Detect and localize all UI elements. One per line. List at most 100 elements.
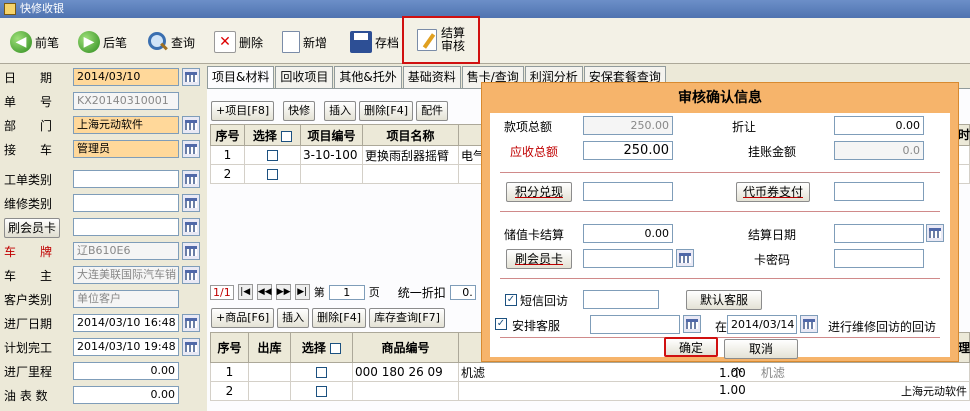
new-button[interactable]: 新增 xyxy=(282,26,327,58)
col-select[interactable]: 选择 xyxy=(290,332,353,363)
audit-pencil-icon xyxy=(416,29,437,51)
entrydate-calendar-icon[interactable] xyxy=(182,314,200,332)
tab-other-outsource[interactable]: 其他&托外 xyxy=(334,66,402,88)
fuel-field[interactable]: 0.00 xyxy=(73,386,179,404)
delete-goods-button[interactable]: 删除[F4] xyxy=(312,308,367,328)
staff-picker-icon[interactable] xyxy=(683,315,701,333)
delete-button[interactable]: ✕ 删除 xyxy=(214,26,263,58)
followup-date-field[interactable]: 2014/03/14 xyxy=(727,315,797,334)
goods-toolbar: +商品[F6] 插入 删除[F4] 库存查询[F7] xyxy=(211,308,445,328)
plandone-calendar-icon[interactable] xyxy=(182,338,200,356)
plandone-field[interactable]: 2014/03/10 19:48 xyxy=(73,338,179,356)
custtype-field[interactable]: 单位客户 xyxy=(73,290,179,308)
page-unit: 页 xyxy=(368,286,380,299)
plate-picker-icon[interactable] xyxy=(182,242,200,260)
delete-item-button[interactable]: 删除[F4] xyxy=(359,101,414,121)
last-page-button[interactable]: ▶| xyxy=(294,284,310,300)
settle-audit-button[interactable]: 结算 审核 xyxy=(402,16,480,64)
owner-picker-icon[interactable] xyxy=(182,266,200,284)
entrydate-field[interactable]: 2014/03/10 16:48 xyxy=(73,314,179,332)
row-no: 1 xyxy=(210,362,249,382)
voucher-field[interactable] xyxy=(834,182,924,201)
select-all-checkbox[interactable] xyxy=(330,343,342,354)
quick-repair-button[interactable]: 快修 xyxy=(283,101,316,121)
app-icon xyxy=(4,3,16,15)
worktype-picker-icon[interactable] xyxy=(182,170,200,188)
add-goods-button[interactable]: +商品[F6] xyxy=(211,308,275,328)
prev-button[interactable]: ◀ 前笔 xyxy=(10,26,59,58)
save-button[interactable]: 存档 xyxy=(350,26,399,58)
points-redeem-button[interactable]: 积分兑现 xyxy=(506,182,572,202)
cancel-button[interactable]: 取消 xyxy=(724,339,798,359)
first-page-button[interactable]: |◀ xyxy=(237,284,253,300)
prev-page-button[interactable]: ◀◀ xyxy=(256,284,272,300)
card-password-field[interactable] xyxy=(834,249,924,268)
next-button[interactable]: ▶ 后笔 xyxy=(78,26,127,58)
date-field[interactable]: 2014/03/10 xyxy=(73,68,179,86)
service-staff-field[interactable] xyxy=(590,315,680,334)
calendar-icon[interactable] xyxy=(926,224,944,242)
card-picker-icon[interactable] xyxy=(676,249,694,267)
row-checkbox[interactable] xyxy=(267,169,278,180)
settle-date-field[interactable] xyxy=(834,224,924,243)
goods-name: 机滤 xyxy=(461,365,486,380)
card-field[interactable] xyxy=(73,218,179,236)
stored-card-field[interactable]: 0.00 xyxy=(583,224,673,243)
confirm-button[interactable]: 确定 xyxy=(664,337,718,357)
row-checkbox[interactable] xyxy=(316,367,327,378)
plate-field[interactable]: 辽B610E6 xyxy=(73,242,179,260)
repairtype-field[interactable] xyxy=(73,194,179,212)
page-number-input[interactable]: 1 xyxy=(328,284,365,300)
stock-query-button[interactable]: 库存查询[F7] xyxy=(369,308,445,328)
col-item-code: 项目编号 xyxy=(300,124,363,146)
card-picker-icon[interactable] xyxy=(182,218,200,236)
receiver-field[interactable]: 管理员 xyxy=(73,140,179,158)
credit-field[interactable]: 0.0 xyxy=(834,141,924,160)
tab-items-materials[interactable]: 项目&材料 xyxy=(207,66,275,89)
sms-field[interactable] xyxy=(583,290,659,309)
receiver-picker-icon[interactable] xyxy=(182,140,200,158)
tab-basic-info[interactable]: 基础资料 xyxy=(402,66,461,88)
parts-button[interactable]: 配件 xyxy=(416,101,449,121)
col-select[interactable]: 选择 xyxy=(244,124,301,146)
calendar-icon[interactable] xyxy=(182,68,200,86)
select-all-checkbox[interactable] xyxy=(281,130,293,142)
voucher-pay-button[interactable]: 代币券支付 xyxy=(736,182,810,202)
dept-field[interactable]: 上海元动软件 xyxy=(73,116,179,134)
goods-detail: 机滤 1.00个 机滤 xyxy=(458,362,970,382)
insert-item-button[interactable]: 插入 xyxy=(324,101,357,121)
divider xyxy=(500,172,940,173)
items-toolbar: +项目[F8] 快修 插入 删除[F4] 配件 xyxy=(211,101,449,121)
tab-recycle[interactable]: 回收项目 xyxy=(275,66,334,88)
new-label: 新增 xyxy=(303,35,328,50)
swipe-card-button[interactable]: 刷会员卡 xyxy=(4,218,61,238)
table-row[interactable]: 2 1.00 上海元动软件 xyxy=(210,381,970,401)
query-button[interactable]: 查询 xyxy=(146,26,195,58)
points-field[interactable] xyxy=(583,182,673,201)
add-item-button[interactable]: +项目[F8] xyxy=(211,101,275,121)
repairtype-picker-icon[interactable] xyxy=(182,194,200,212)
card-no-field[interactable] xyxy=(583,249,673,268)
swipe-card-button[interactable]: 刷会员卡 xyxy=(506,249,572,269)
table-row[interactable]: 1 000 180 26 09 机滤 1.00个 机滤 xyxy=(210,362,970,382)
discount-field[interactable]: 0.00 xyxy=(834,116,924,135)
stored-card-label: 储值卡结算 xyxy=(504,228,565,242)
total-field[interactable]: 250.00 xyxy=(583,116,673,135)
window-title: 快修收银 xyxy=(20,2,64,15)
insert-goods-button[interactable]: 插入 xyxy=(277,308,310,328)
row-checkbox[interactable] xyxy=(316,386,327,397)
order-no-field[interactable]: KX20140310001 xyxy=(73,92,179,110)
discount-field[interactable]: 0. xyxy=(449,284,476,300)
worktype-field[interactable] xyxy=(73,170,179,188)
mileage-field[interactable]: 0.00 xyxy=(73,362,179,380)
arrange-service-checkbox[interactable]: ✓ xyxy=(495,318,507,330)
followup-calendar-icon[interactable] xyxy=(800,315,818,333)
next-page-button[interactable]: ▶▶ xyxy=(275,284,291,300)
query-label: 查询 xyxy=(171,35,196,50)
default-service-button[interactable]: 默认客服 xyxy=(686,290,762,310)
sms-checkbox[interactable]: ✓ xyxy=(505,294,517,306)
owner-field[interactable]: 大连美联国际汽车销 xyxy=(73,266,179,284)
row-checkbox[interactable] xyxy=(267,150,278,161)
dept-picker-icon[interactable] xyxy=(182,116,200,134)
receivable-field[interactable]: 250.00 xyxy=(583,141,673,160)
